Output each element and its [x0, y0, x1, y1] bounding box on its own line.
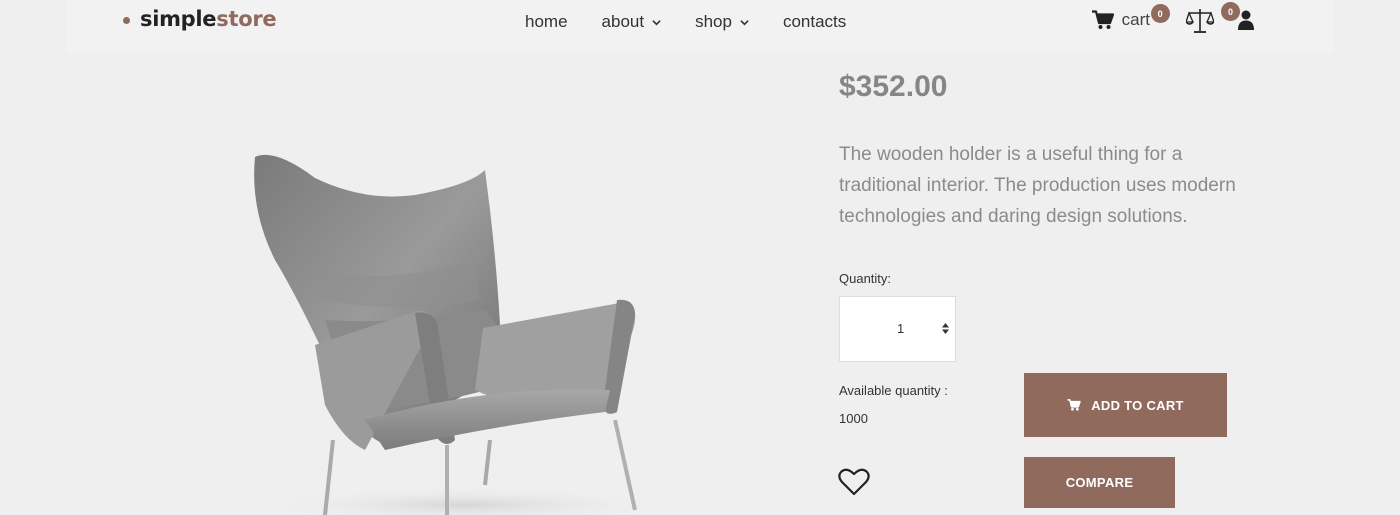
- site-header: simple store home about shop contacts car…: [66, 0, 1334, 53]
- nav-shop[interactable]: shop: [695, 12, 749, 32]
- header-tools: cart 0 0: [1091, 2, 1254, 39]
- add-to-cart-label: ADD TO CART: [1091, 397, 1184, 413]
- spinner-arrows-icon[interactable]: [941, 322, 950, 335]
- logo-text-simple: simple: [140, 7, 217, 31]
- shopping-cart-icon: [1091, 10, 1114, 29]
- nav-about[interactable]: about: [602, 12, 662, 32]
- main-nav: home about shop contacts: [525, 12, 880, 32]
- compare-label: COMPARE: [1065, 475, 1134, 490]
- product-price: $352.00: [839, 70, 948, 103]
- nav-home[interactable]: home: [525, 12, 568, 32]
- quantity-stepper[interactable]: 1: [839, 296, 956, 362]
- heart-icon: [838, 468, 870, 496]
- nav-contacts-label: contacts: [782, 12, 847, 31]
- product-image: [215, 150, 685, 515]
- add-to-cart-button[interactable]: ADD TO CART: [1024, 373, 1227, 437]
- account-link[interactable]: [1238, 10, 1254, 35]
- shopping-cart-icon: [1067, 399, 1081, 411]
- available-quantity-value: 1000: [839, 411, 868, 426]
- nav-contacts[interactable]: contacts: [783, 12, 846, 32]
- logo-text-store: store: [216, 7, 277, 31]
- available-quantity-label: Available quantity :: [839, 383, 948, 398]
- scales-icon: [1185, 9, 1215, 33]
- nav-home-label: home: [525, 12, 568, 31]
- cart-label: cart: [1121, 10, 1150, 29]
- cart-count-badge: 0: [1150, 4, 1170, 23]
- compare-button[interactable]: COMPARE: [1024, 457, 1175, 508]
- chevron-down-icon: [740, 19, 749, 25]
- compare-link[interactable]: 0: [1185, 2, 1240, 39]
- logo-dot: [123, 17, 130, 24]
- chevron-down-icon: [652, 19, 661, 25]
- logo[interactable]: simple store: [123, 7, 277, 31]
- quantity-value: 1: [897, 321, 905, 336]
- quantity-label: Quantity:: [839, 271, 892, 286]
- compare-count-badge: 0: [1221, 2, 1240, 21]
- nav-shop-label: shop: [695, 12, 732, 31]
- wishlist-button[interactable]: [838, 467, 870, 502]
- product-description: The wooden holder is a useful thing for …: [839, 144, 1236, 227]
- cart-link[interactable]: cart 0: [1091, 4, 1170, 30]
- armchair-image: [254, 154, 675, 515]
- nav-about-label: about: [601, 12, 645, 31]
- user-icon: [1238, 10, 1254, 30]
